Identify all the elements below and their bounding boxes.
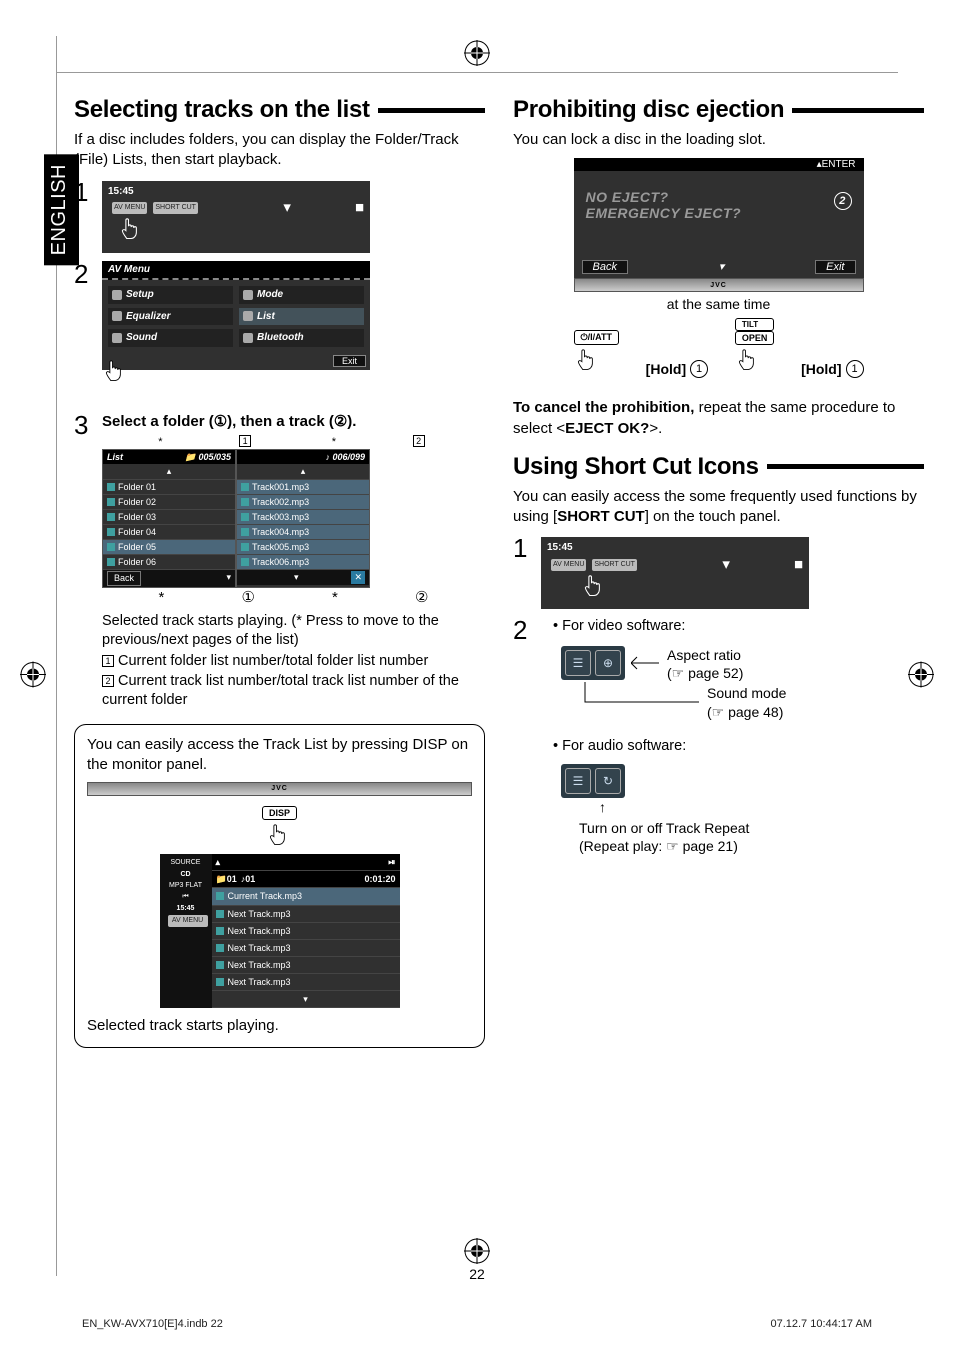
reg-mark-left: [20, 662, 46, 693]
footer-timestamp: 07.12.7 10:44:17 AM: [770, 1318, 872, 1330]
footer: EN_KW-AVX710[E]4.indb 22 07.12.7 10:44:1…: [82, 1318, 872, 1330]
reg-mark-right: [908, 662, 934, 693]
page-frame: [56, 36, 898, 1276]
language-tab: ENGLISH: [44, 154, 79, 265]
page-number: 22: [469, 1266, 485, 1282]
footer-filename: EN_KW-AVX710[E]4.indb 22: [82, 1318, 223, 1330]
